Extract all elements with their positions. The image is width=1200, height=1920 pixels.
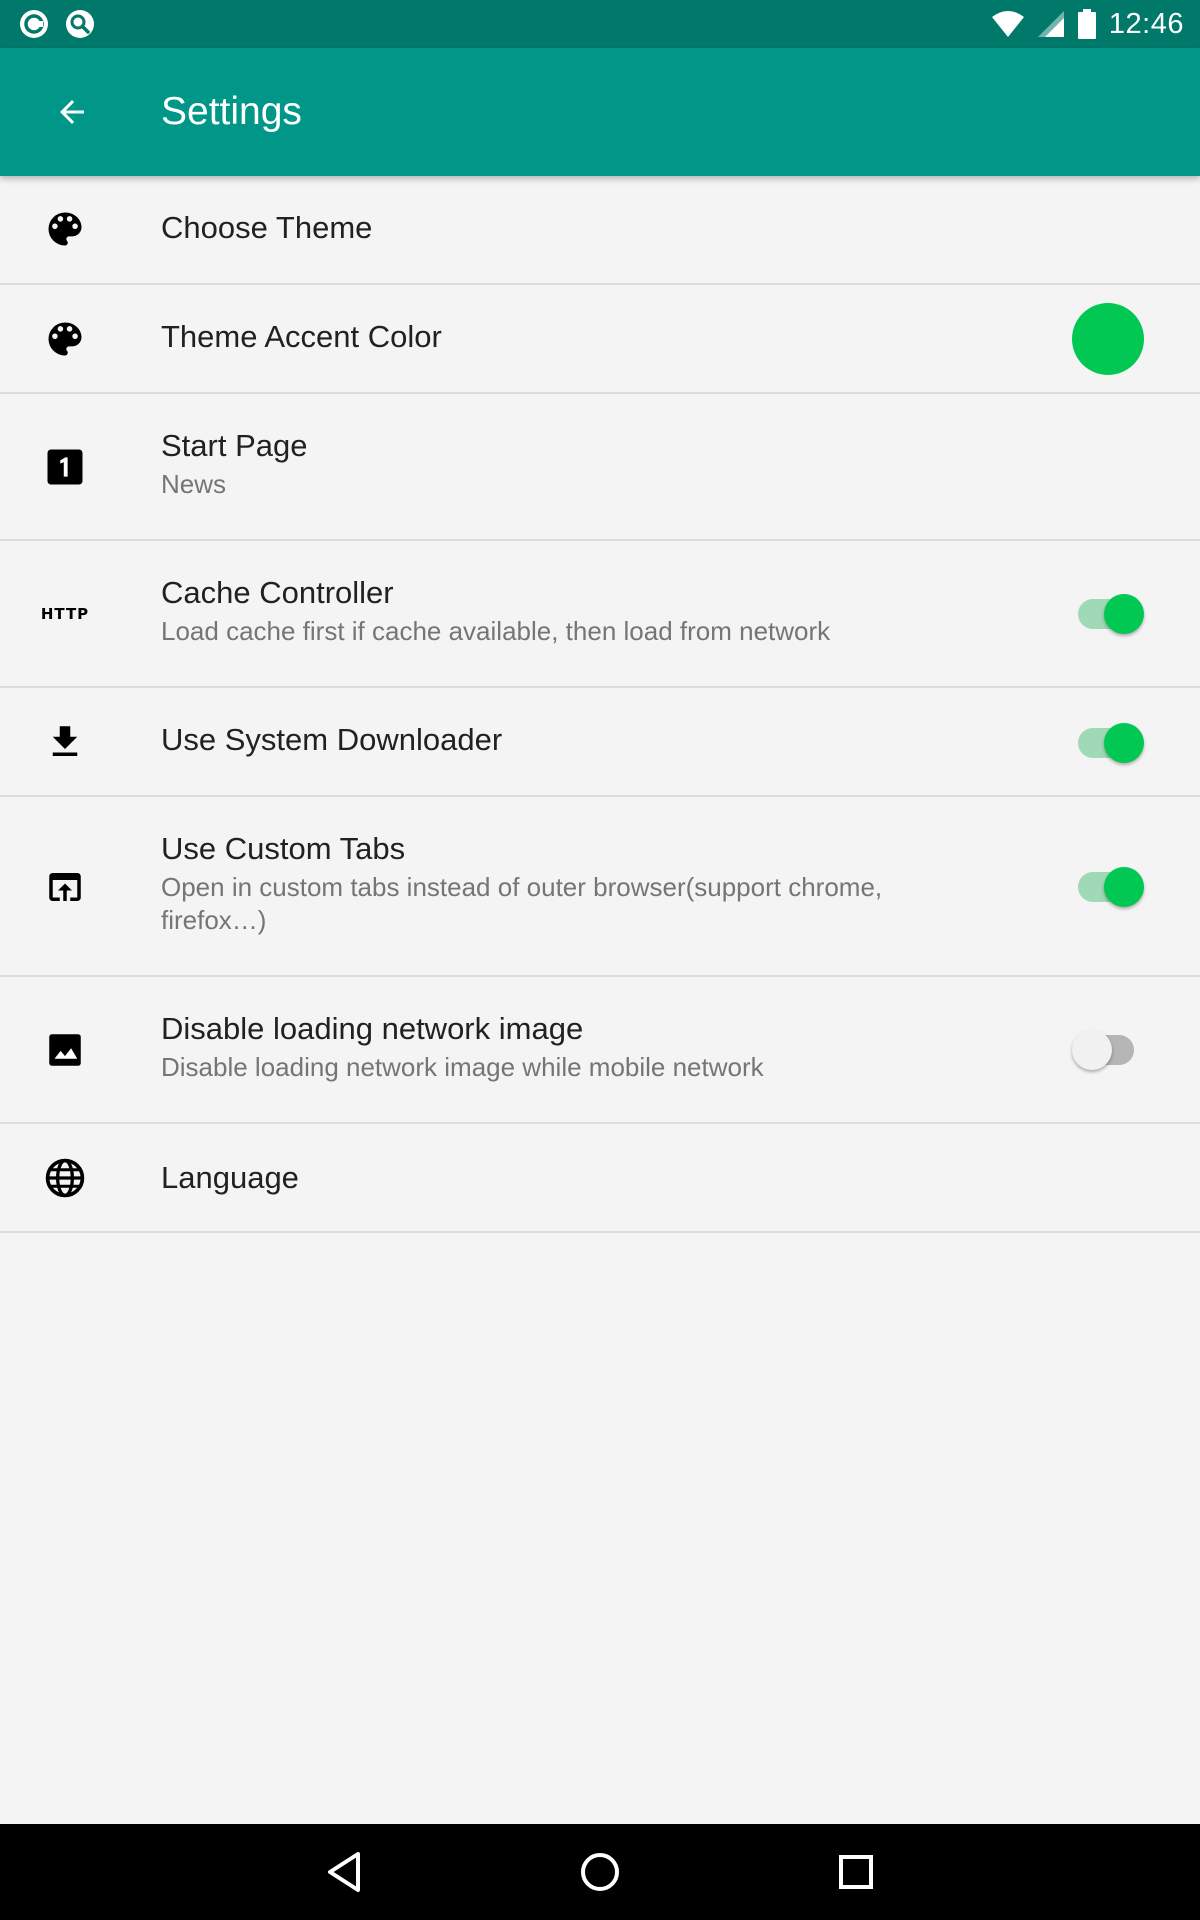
setting-text: Disable loading network image Disable lo… — [161, 1009, 970, 1084]
globe-icon — [40, 1153, 90, 1203]
notification-icons — [18, 8, 96, 40]
palette-icon — [40, 204, 90, 254]
setting-text: Start Page News — [161, 426, 970, 501]
palette-icon — [40, 314, 90, 364]
page-title: Settings — [161, 90, 302, 133]
image-icon — [40, 1025, 90, 1075]
setting-cache-controller[interactable]: HTTP Cache Controller Load cache first i… — [0, 541, 1200, 688]
cache-controller-toggle[interactable] — [1072, 590, 1144, 638]
setting-theme-accent-color[interactable]: Theme Accent Color — [0, 285, 1200, 394]
toggle-thumb — [1072, 1030, 1112, 1070]
setting-choose-theme[interactable]: Choose Theme — [0, 176, 1200, 285]
nav-recents-button[interactable] — [826, 1842, 886, 1902]
back-triangle-icon — [328, 1852, 360, 1892]
clock: 12:46 — [1108, 7, 1184, 40]
settings-list: Choose Theme Theme Accent Color Start Pa… — [0, 176, 1200, 1233]
home-circle-icon — [581, 1853, 619, 1891]
setting-text: Choose Theme — [161, 208, 970, 248]
setting-summary: Disable loading network image while mobi… — [161, 1052, 764, 1082]
setting-text: Cache Controller Load cache first if cac… — [161, 573, 970, 648]
nav-back-button[interactable] — [314, 1842, 374, 1902]
accent-color-swatch[interactable] — [1072, 303, 1144, 375]
setting-text: Use System Downloader — [161, 720, 970, 760]
setting-use-system-downloader[interactable]: Use System Downloader — [0, 688, 1200, 797]
download-icon — [40, 717, 90, 767]
setting-title: Use System Downloader — [161, 722, 503, 757]
status-bar: 12:46 — [0, 0, 1200, 48]
arrow-back-icon — [60, 100, 84, 124]
setting-summary: Open in custom tabs instead of outer bro… — [161, 872, 883, 935]
http-icon: HTTP — [40, 605, 90, 623]
setting-summary: News — [161, 469, 227, 499]
nav-home-button[interactable] — [570, 1842, 630, 1902]
navigation-bar — [0, 1824, 1200, 1920]
system-status: 12:46 — [991, 0, 1184, 48]
open-in-browser-icon — [40, 862, 90, 912]
setting-title: Disable loading network image — [161, 1011, 584, 1046]
toggle-thumb — [1104, 723, 1144, 763]
setting-title: Choose Theme — [161, 210, 373, 245]
wifi-icon — [991, 11, 1024, 37]
setting-title: Theme Accent Color — [161, 319, 442, 354]
custom-tabs-toggle[interactable] — [1072, 863, 1144, 911]
toggle-thumb — [1104, 594, 1144, 634]
back-button[interactable] — [40, 80, 104, 144]
setting-title: Use Custom Tabs — [161, 831, 406, 866]
battery-icon — [1077, 9, 1096, 39]
setting-title: Cache Controller — [161, 575, 394, 610]
system-downloader-toggle[interactable] — [1072, 719, 1144, 767]
setting-text: Language — [161, 1158, 970, 1198]
setting-use-custom-tabs[interactable]: Use Custom Tabs Open in custom tabs inst… — [0, 797, 1200, 977]
setting-text: Use Custom Tabs Open in custom tabs inst… — [161, 829, 970, 937]
looks-one-icon — [40, 442, 90, 492]
app-notification-icon — [20, 10, 48, 38]
recents-square-icon — [839, 1855, 873, 1889]
setting-summary: Load cache first if cache available, the… — [161, 616, 831, 646]
cell-signal-icon — [1037, 11, 1064, 37]
search-notification-icon — [66, 10, 94, 38]
setting-title: Language — [161, 1160, 299, 1195]
setting-text: Theme Accent Color — [161, 317, 970, 357]
setting-language[interactable]: Language — [0, 1124, 1200, 1233]
app-bar: Settings — [0, 48, 1200, 176]
setting-title: Start Page — [161, 428, 308, 463]
toggle-thumb — [1104, 867, 1144, 907]
setting-start-page[interactable]: Start Page News — [0, 394, 1200, 541]
network-image-toggle[interactable] — [1072, 1026, 1144, 1074]
setting-disable-network-image[interactable]: Disable loading network image Disable lo… — [0, 977, 1200, 1124]
